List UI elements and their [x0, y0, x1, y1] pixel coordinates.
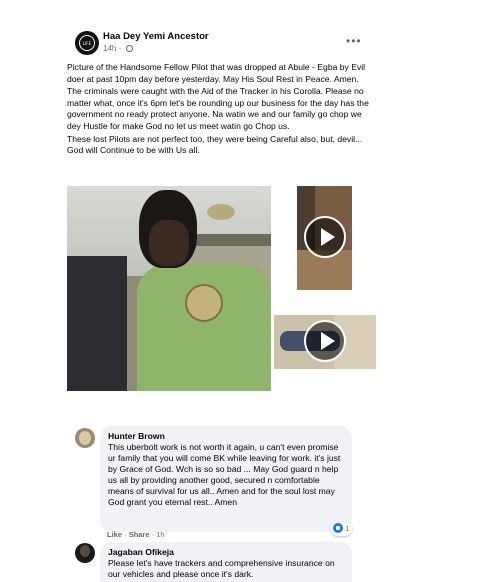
- comment-actions: Like · Share · 1h: [107, 530, 165, 539]
- play-icon[interactable]: [304, 216, 346, 258]
- like-icon: [333, 523, 343, 533]
- photo-satellite-dish: [207, 204, 235, 220]
- photo-shirt-badge: [185, 284, 223, 322]
- more-options-button[interactable]: •••: [346, 35, 362, 47]
- author-avatar[interactable]: LIFE: [75, 31, 99, 55]
- play-triangle: [321, 228, 335, 246]
- post-paragraph: These lost Pilots are not perfect too, t…: [67, 133, 363, 156]
- comment-bubble: Jagaban Ofikeja Please let's have tracke…: [100, 542, 352, 582]
- post-photo-main[interactable]: [67, 186, 271, 391]
- photo-officer: [67, 256, 127, 391]
- post-meta: 14h ·: [103, 44, 133, 53]
- comment-text: This uberbolt work is not worth it again…: [108, 442, 341, 507]
- commenter-avatar[interactable]: [75, 543, 95, 563]
- comment-text: Please let's have trackers and comprehen…: [108, 558, 335, 579]
- avatar-logo: LIFE: [79, 35, 95, 51]
- comment-author[interactable]: Hunter Brown: [108, 431, 344, 442]
- comment-bubble: Hunter Brown This uberbolt work is not w…: [100, 426, 352, 532]
- avatar-face: [80, 545, 90, 557]
- play-icon[interactable]: [304, 320, 346, 362]
- reaction-count[interactable]: 1: [331, 522, 353, 536]
- reaction-count-value: 1: [345, 524, 350, 533]
- photo-face: [149, 220, 189, 266]
- post-text: Picture of the Handsome Fellow Pilot tha…: [67, 62, 377, 158]
- actions-separator: ·: [151, 530, 155, 539]
- comment-time[interactable]: 1h: [156, 530, 164, 539]
- post-time[interactable]: 14h: [103, 44, 116, 53]
- commenter-avatar[interactable]: [75, 428, 95, 448]
- comment-author[interactable]: Jagaban Ofikeja: [108, 547, 344, 558]
- actions-separator: ·: [124, 530, 127, 539]
- globe-icon: [125, 45, 133, 52]
- share-button[interactable]: Share: [129, 530, 150, 539]
- avatar-face: [79, 431, 91, 445]
- post-paragraph: The criminals were caught with the Aid o…: [67, 86, 369, 131]
- play-triangle: [321, 332, 335, 350]
- like-button[interactable]: Like: [107, 530, 122, 539]
- post-paragraph: Picture of the Handsome Fellow Pilot tha…: [67, 62, 366, 84]
- top-strip: [0, 0, 478, 6]
- post-author-name[interactable]: Haa Dey Yemi Ancestor: [103, 31, 209, 42]
- meta-separator: ·: [118, 44, 122, 53]
